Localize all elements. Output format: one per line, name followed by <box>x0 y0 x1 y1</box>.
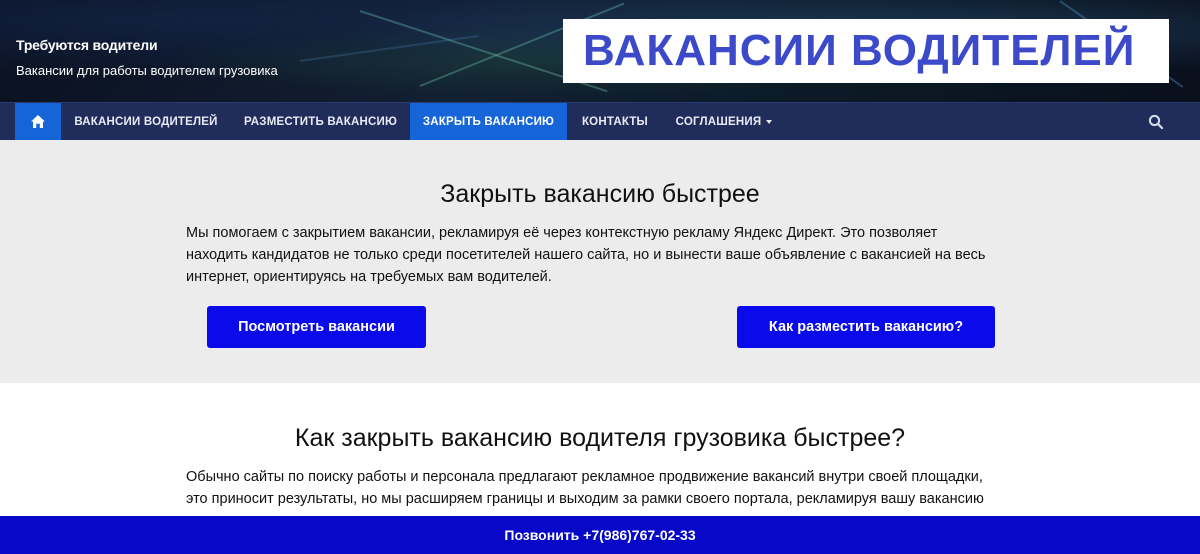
nav-item-vacancies[interactable]: Вакансии водителей <box>61 103 231 140</box>
paragraph-line: это приносит результаты, но мы расширяем… <box>186 491 984 507</box>
site-header: Требуются водители Вакансии для работы в… <box>0 0 1200 102</box>
section-heading: Как закрыть вакансию водителя грузовика … <box>294 424 906 452</box>
section-paragraph: Обычно сайты по поиску работы и персонал… <box>186 466 1016 510</box>
chevron-down-icon <box>766 119 773 124</box>
header-decoration <box>299 34 479 62</box>
nav-item-agreements-label: Соглашения <box>675 115 762 128</box>
section-paragraph: Мы помогаем с закрытием вакансии, реклам… <box>186 222 1016 288</box>
how-to-post-button[interactable]: Как разместить вакансию? <box>737 306 995 348</box>
paragraph-line: находить кандидатов не только среди посе… <box>186 247 986 263</box>
section-heading: Закрыть вакансию быстрее <box>440 180 760 208</box>
search-icon[interactable] <box>1148 114 1164 130</box>
paragraph-line: Обычно сайты по поиску работы и персонал… <box>186 469 983 485</box>
nav-item-close-vacancy[interactable]: Закрыть вакансию <box>410 103 567 140</box>
nav-item-contacts[interactable]: Контакты <box>567 103 663 140</box>
nav-home[interactable] <box>15 103 61 140</box>
header-banner: ВАКАНСИИ ВОДИТЕЛЕЙ <box>563 19 1169 83</box>
site-tagline: Вакансии для работы водителем грузовика <box>16 63 278 78</box>
paragraph-line: интернет, ориентируясь на требуемых вам … <box>186 269 552 285</box>
site-title[interactable]: Требуются водители <box>16 37 158 53</box>
nav-item-agreements[interactable]: Соглашения <box>663 103 785 140</box>
nav-item-post-vacancy[interactable]: Разместить вакансию <box>231 103 410 140</box>
home-icon <box>31 115 45 128</box>
main-navigation: Вакансии водителей Разместить вакансию З… <box>0 102 1200 140</box>
banner-text: ВАКАНСИИ ВОДИТЕЛЕЙ <box>583 26 1136 75</box>
call-button[interactable]: Позвонить +7(986)767-02-33 <box>0 516 1200 554</box>
paragraph-line: Мы помогаем с закрытием вакансии, реклам… <box>186 225 938 241</box>
close-vacancy-section: Закрыть вакансию быстрее Мы помогаем с з… <box>0 140 1200 383</box>
view-vacancies-button[interactable]: Посмотреть вакансии <box>207 306 426 348</box>
